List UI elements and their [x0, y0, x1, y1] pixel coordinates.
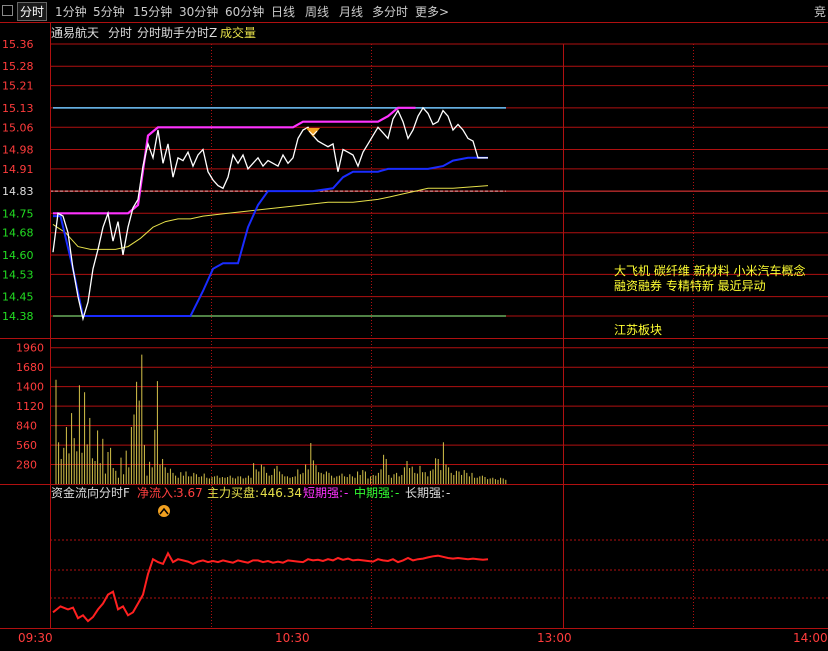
price-tick-label: 14.75 [2, 207, 34, 220]
price-tick-label: 15.28 [2, 60, 34, 73]
tab-more[interactable]: 更多> [415, 3, 449, 20]
time-label-0930: 09:30 [18, 631, 53, 645]
price-tick-label: 15.21 [2, 80, 34, 93]
chevron-down-icon [306, 128, 320, 137]
concept-line-1: 大飞机 碳纤维 新材料 小米汽车概念 [614, 263, 805, 278]
flow-line [52, 551, 489, 623]
price-tick-label: 15.36 [2, 38, 34, 51]
price-tick-label: 15.13 [2, 102, 34, 115]
volume-tick-label: 1680 [16, 361, 44, 374]
price-tick-label: 14.45 [2, 291, 34, 304]
tab-daily[interactable]: 日线 [271, 3, 295, 20]
main-buy-value: 446.34 [260, 486, 302, 500]
price-tick-label: 14.98 [2, 143, 34, 156]
main-buy-label: 主力买盘: [207, 485, 259, 500]
time-label-1400: 14:00 [793, 631, 828, 645]
checkbox-icon[interactable] [2, 5, 13, 16]
price-lines [52, 106, 506, 623]
tab-30min[interactable]: 30分钟 [179, 3, 218, 20]
indicator-assistant[interactable]: 分时助手分时Z [137, 26, 217, 40]
sector-label: 江苏板块 [614, 323, 662, 337]
mid-strength-value: - [395, 486, 399, 500]
volume-tick-label: 1400 [16, 381, 44, 394]
short-strength-value: - [344, 486, 348, 500]
volume-tick-label: 280 [16, 459, 37, 472]
time-label-1300: 13:00 [537, 631, 572, 645]
arrow-up-icon [158, 505, 170, 517]
resistance-line [53, 106, 416, 215]
volume-tick-label: 1120 [16, 400, 44, 413]
mid-strength-label: 中期强: [354, 485, 394, 500]
tab-5min[interactable]: 5分钟 [93, 3, 125, 20]
price-tick-label: 14.83 [2, 185, 34, 198]
support-line [53, 156, 488, 317]
net-inflow-label: 净流入: [137, 486, 177, 500]
auction-button[interactable]: 竞 [814, 3, 826, 20]
tab-1min[interactable]: 1分钟 [55, 3, 87, 20]
tab-60min[interactable]: 60分钟 [225, 3, 264, 20]
long-strength-value: - [446, 486, 450, 500]
stock-name: 通易航天 [51, 25, 99, 40]
tab-intraday[interactable]: 分时 [16, 2, 48, 21]
chart-grid: 15.36 15.28 15.21 15.13 15.06 14.98 14.91 14.83… [0, 22, 828, 629]
indicator-intraday[interactable]: 分时 [108, 26, 132, 40]
indicator-volume[interactable]: 成交量 [220, 25, 256, 40]
price-tick-label: 14.60 [2, 249, 34, 262]
volume-tick-label: 1960 [16, 342, 44, 355]
tab-15min[interactable]: 15分钟 [133, 3, 172, 20]
volume-tick-label: 840 [16, 420, 37, 433]
net-inflow-value: 3.67 [176, 486, 203, 500]
tab-multi-intraday[interactable]: 多分时 [372, 3, 408, 20]
time-label-1030: 10:30 [275, 631, 310, 645]
price-tick-label: 15.06 [2, 121, 34, 134]
long-strength-label: 长期强: [405, 486, 445, 500]
price-tick-label: 14.38 [2, 310, 34, 323]
tab-weekly[interactable]: 周线 [305, 3, 329, 20]
intraday-chart[interactable]: 15.36 15.28 15.21 15.13 15.06 14.98 14.91 14.83… [0, 22, 828, 651]
concept-line-2: 融资融券 专精特新 最近异动 [614, 278, 766, 293]
volume-tick-label: 560 [16, 439, 37, 452]
tab-monthly[interactable]: 月线 [339, 3, 363, 20]
avg-price-line [52, 185, 489, 250]
flow-title: 资金流向分时F [51, 485, 130, 500]
short-strength-label: 短期强: [303, 486, 343, 500]
price-tick-label: 14.68 [2, 227, 34, 240]
period-toolbar: 分时 1分钟 5分钟 15分钟 30分钟 60分钟 日线 周线 月线 多分时 更… [0, 0, 828, 23]
price-tick-label: 14.91 [2, 163, 34, 176]
price-tick-label: 14.53 [2, 268, 34, 281]
